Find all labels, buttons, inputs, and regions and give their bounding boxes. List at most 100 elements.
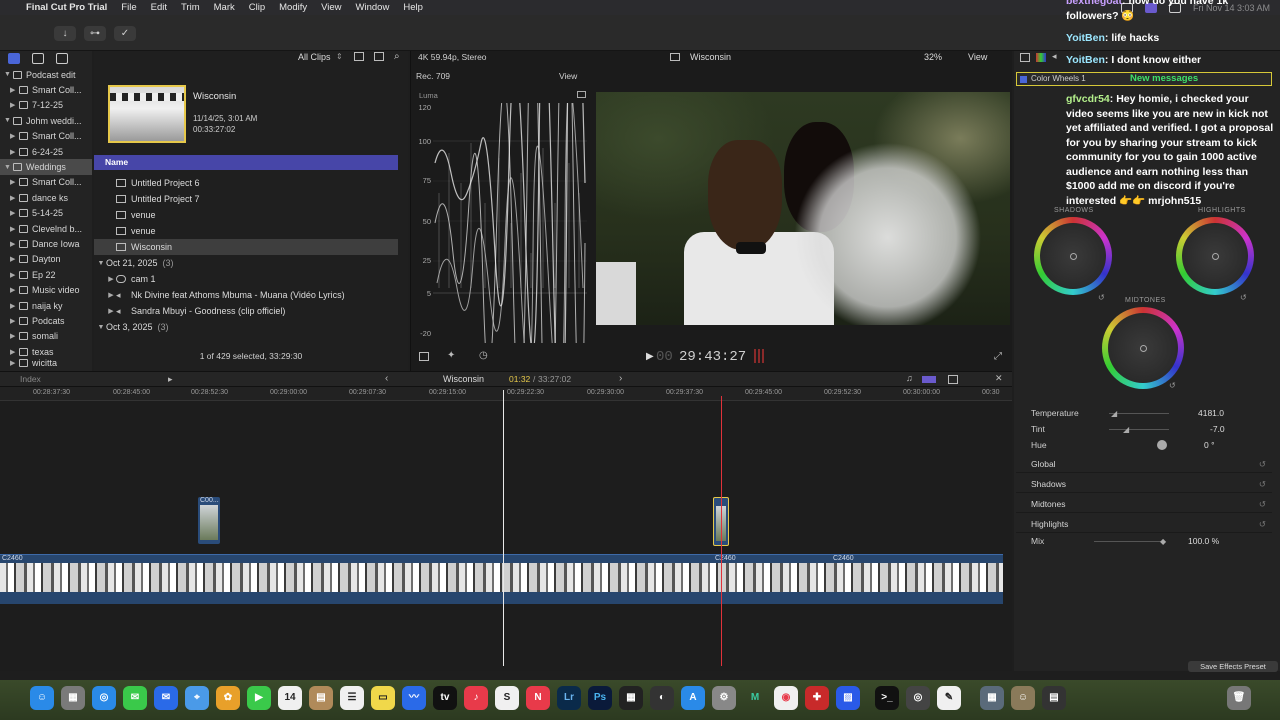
checkbox[interactable] xyxy=(1020,76,1027,83)
apple-tv-icon[interactable]: tv xyxy=(433,686,457,710)
speed-tool-icon[interactable]: ◷ xyxy=(479,350,488,361)
menu-clip[interactable]: Clip xyxy=(249,2,265,13)
chrome-icon[interactable]: ◉ xyxy=(774,686,798,710)
menu-window[interactable]: Window xyxy=(356,2,390,13)
recent-app-icon[interactable]: ▦ xyxy=(980,686,1004,710)
library-item[interactable]: ▶ Dance Iowa xyxy=(0,236,92,251)
temperature-slider[interactable] xyxy=(1109,413,1169,414)
hue-value[interactable]: 0 ° xyxy=(1204,440,1215,450)
highlights-color-wheel[interactable] xyxy=(1176,217,1254,295)
timeline[interactable] xyxy=(0,401,1012,671)
import-button[interactable]: ↓ xyxy=(54,26,76,41)
tint-value[interactable]: -7.0 xyxy=(1210,424,1225,434)
search-icon[interactable]: ⌕ xyxy=(394,51,400,62)
clip-appearance-icon[interactable] xyxy=(948,375,958,384)
midtones-color-wheel[interactable] xyxy=(1102,307,1184,389)
library-item[interactable]: ▶ Clevelnd b... xyxy=(0,221,92,236)
library-item[interactable]: ▶ 7-12-25 xyxy=(0,98,92,113)
library-item[interactable]: ▶ Smart Coll... xyxy=(0,82,92,97)
contacts-icon[interactable]: ▤ xyxy=(309,686,333,710)
library-item[interactable]: ▶ texas xyxy=(0,344,92,359)
temperature-value[interactable]: 4181.0 xyxy=(1198,408,1224,418)
library-item[interactable]: ▶ Music video xyxy=(0,282,92,297)
library-item[interactable]: ▶ naija ky xyxy=(0,298,92,313)
zoom-dropdown[interactable]: 32% xyxy=(924,52,942,62)
select-tool-icon[interactable]: ▸ xyxy=(168,374,173,385)
library-item[interactable]: ▶ Ep 22 xyxy=(0,267,92,282)
terminal-icon[interactable]: >_ xyxy=(875,686,899,710)
menu-view[interactable]: View xyxy=(321,2,341,13)
back-arrow-icon[interactable]: ‹ xyxy=(385,373,388,384)
clip-appearance-icon[interactable] xyxy=(354,52,364,61)
list-item[interactable]: Untitled Project 6 xyxy=(94,175,398,191)
list-view-icon[interactable] xyxy=(374,52,384,61)
column-header-name[interactable]: Name xyxy=(94,155,398,170)
library-item[interactable]: ▶ 6-24-25 xyxy=(0,144,92,159)
lightroom-icon[interactable]: Lr xyxy=(557,686,581,710)
audio-skimming-icon[interactable]: ♫ xyxy=(906,373,913,383)
app-s-icon[interactable]: S xyxy=(495,686,519,710)
list-item[interactable]: ▶ ◂ Sandra Mbuyi - Goodness (clip officiel… xyxy=(94,303,398,319)
reset-icon[interactable]: ↺ xyxy=(1098,293,1105,302)
reset-icon[interactable]: ↺ xyxy=(1259,475,1266,493)
facetime-icon[interactable]: ▶ xyxy=(247,686,271,710)
reset-icon[interactable]: ↺ xyxy=(1169,381,1176,390)
photos-icon[interactable]: ✿ xyxy=(216,686,240,710)
screenshot-icon[interactable]: ◎ xyxy=(906,686,930,710)
textedit-icon[interactable]: ✎ xyxy=(937,686,961,710)
reminders-icon[interactable]: ☰ xyxy=(340,686,364,710)
chevron-updown-icon[interactable]: ⇕ xyxy=(336,52,343,61)
safari-icon[interactable]: ◎ xyxy=(92,686,116,710)
app-store-icon[interactable]: A xyxy=(681,686,705,710)
library-item[interactable]: ▶ wicitta xyxy=(0,359,92,368)
photos-tab-icon[interactable] xyxy=(32,53,44,64)
library-item[interactable]: ▶ Dayton xyxy=(0,252,92,267)
library-item[interactable]: ▶ Podcats xyxy=(0,313,92,328)
system-settings-icon[interactable]: ⚙ xyxy=(712,686,736,710)
scope-view-menu[interactable]: View xyxy=(559,71,577,81)
chat-new-messages-banner[interactable]: Color Wheels 1 New messages xyxy=(1016,72,1272,86)
motion-icon[interactable]: ◐ xyxy=(650,686,674,710)
trash-icon[interactable]: 🗑 xyxy=(1227,686,1251,710)
calendar-icon[interactable]: 14 xyxy=(278,686,302,710)
library-item[interactable]: ▶ dance ks xyxy=(0,190,92,205)
enhance-tool-icon[interactable]: ✦ xyxy=(447,350,455,361)
clip-filter-dropdown[interactable]: All Clips xyxy=(298,52,331,62)
launchpad-icon[interactable]: ▦ xyxy=(61,686,85,710)
app-m-icon[interactable]: M xyxy=(743,686,767,710)
mix-slider-handle[interactable]: ◆ xyxy=(1160,537,1166,546)
audio-tab-icon[interactable]: ◂ xyxy=(1052,51,1057,62)
libraries-tab-icon[interactable] xyxy=(8,53,20,64)
wheel-handle[interactable] xyxy=(1069,252,1077,260)
photoshop-icon[interactable]: Ps xyxy=(588,686,612,710)
menu-mark[interactable]: Mark xyxy=(214,2,235,13)
notes-icon[interactable]: ▭ xyxy=(371,686,395,710)
reset-icon[interactable]: ↺ xyxy=(1240,293,1247,302)
timeline-project-name[interactable]: Wisconsin xyxy=(443,374,484,384)
messages-icon[interactable]: ✉ xyxy=(123,686,147,710)
wheel-handle[interactable] xyxy=(1211,252,1219,260)
menu-modify[interactable]: Modify xyxy=(279,2,307,13)
clip-thumbnail[interactable] xyxy=(108,85,186,143)
reset-icon[interactable]: ↺ xyxy=(1259,515,1266,533)
library-item[interactable]: ▼ Podcast edit xyxy=(0,67,92,82)
scope-settings-icon[interactable] xyxy=(577,91,586,98)
list-item[interactable]: Untitled Project 7 xyxy=(94,191,398,207)
tint-slider[interactable] xyxy=(1109,429,1169,430)
maps-icon[interactable]: ⌖ xyxy=(185,686,209,710)
play-button[interactable]: ▶ xyxy=(646,351,654,362)
list-item[interactable]: ▶ ◂ Nk Divine feat Athoms Mbuma - Muana (V… xyxy=(94,287,398,303)
shadows-color-wheel[interactable] xyxy=(1034,217,1112,295)
recent-app-icon[interactable]: ☺ xyxy=(1011,686,1035,710)
menu-edit[interactable]: Edit xyxy=(151,2,167,13)
section-highlights[interactable]: Highlights ↺ xyxy=(1016,515,1272,533)
reset-icon[interactable]: ↺ xyxy=(1259,495,1266,513)
video-frame[interactable] xyxy=(596,92,1010,325)
forward-arrow-icon[interactable]: › xyxy=(619,373,622,384)
background-tasks-button[interactable]: ✓ xyxy=(114,26,136,41)
app-blue-icon[interactable]: ▨ xyxy=(836,686,860,710)
reset-icon[interactable]: ↺ xyxy=(1259,455,1266,473)
keywords-button[interactable]: ⊶ xyxy=(84,26,106,41)
snapping-icon[interactable] xyxy=(922,376,936,383)
mix-value[interactable]: 100.0 % xyxy=(1188,536,1219,546)
